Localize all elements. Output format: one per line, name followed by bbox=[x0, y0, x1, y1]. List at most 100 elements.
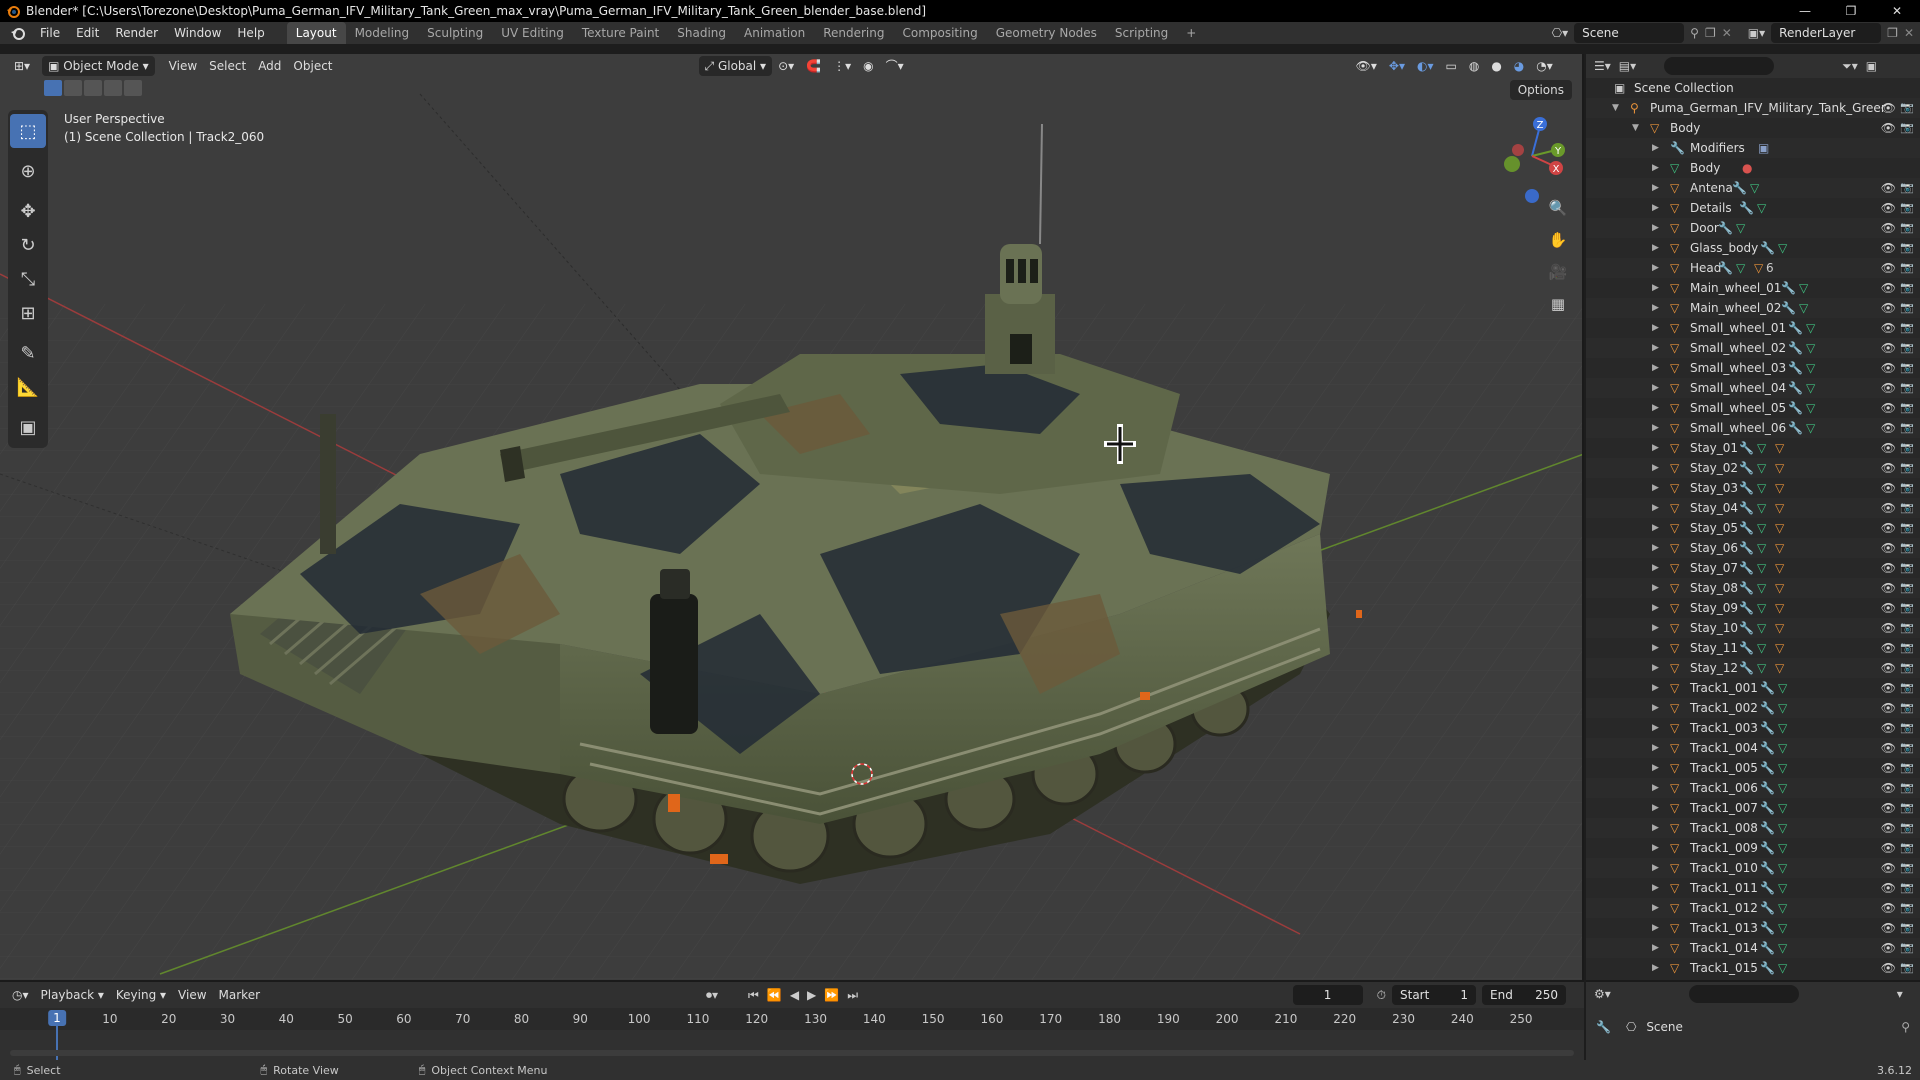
child-object-icon[interactable]: ▽ bbox=[1775, 618, 1784, 638]
minimize-button[interactable]: — bbox=[1782, 0, 1828, 22]
new-collection-icon[interactable]: ▣ bbox=[1866, 59, 1877, 73]
expand-arrow-icon[interactable]: ▶ bbox=[1652, 238, 1659, 258]
outliner-item-stay-09[interactable]: ▶ ▽ Stay_09 🔧 ▽ ▽ 👁 📷 bbox=[1586, 598, 1920, 618]
outliner-editor-type-icon[interactable]: ☰▾ bbox=[1594, 59, 1611, 73]
outliner-item-details[interactable]: ▶ ▽ Details 🔧 ▽ 👁 📷 bbox=[1586, 198, 1920, 218]
modifier-wrench-icon[interactable]: 🔧 bbox=[1788, 418, 1803, 438]
properties-editor-type-icon[interactable]: ⚙▾ bbox=[1594, 987, 1611, 1001]
modifier-wrench-icon[interactable]: 🔧 bbox=[1760, 858, 1775, 878]
child-object-icon[interactable]: ▽ bbox=[1775, 558, 1784, 578]
menu-render[interactable]: Render bbox=[107, 22, 166, 44]
render-camera-icon[interactable]: 📷 bbox=[1900, 658, 1914, 678]
render-camera-icon[interactable]: 📷 bbox=[1900, 398, 1914, 418]
visibility-eye-icon[interactable]: 👁 bbox=[1881, 678, 1896, 698]
new-view-layer-icon[interactable]: ❐ bbox=[1887, 26, 1898, 40]
render-camera-icon[interactable]: 📷 bbox=[1900, 578, 1914, 598]
visibility-eye-icon[interactable]: 👁 bbox=[1881, 218, 1896, 238]
mesh-data-icon[interactable]: ▽ bbox=[1757, 478, 1766, 498]
expand-arrow-icon[interactable]: ▶ bbox=[1652, 338, 1659, 358]
next-keyframe-icon[interactable]: ⏩ bbox=[824, 988, 839, 1002]
render-camera-icon[interactable]: 📷 bbox=[1900, 938, 1914, 958]
tab-geometry-nodes[interactable]: Geometry Nodes bbox=[987, 22, 1106, 44]
expand-arrow-icon[interactable]: ▶ bbox=[1652, 498, 1659, 518]
mesh-data-icon[interactable]: ▽ bbox=[1757, 518, 1766, 538]
expand-arrow-icon[interactable]: ▶ bbox=[1652, 858, 1659, 878]
outliner-item-stay-05[interactable]: ▶ ▽ Stay_05 🔧 ▽ ▽ 👁 📷 bbox=[1586, 518, 1920, 538]
visibility-eye-icon[interactable]: 👁 bbox=[1881, 378, 1896, 398]
render-camera-icon[interactable]: 📷 bbox=[1900, 718, 1914, 738]
navigation-gizmo[interactable]: Z Y X bbox=[1492, 106, 1572, 206]
expand-arrow-icon[interactable]: ▶ bbox=[1652, 658, 1659, 678]
mesh-data-icon[interactable]: ▽ bbox=[1736, 258, 1745, 278]
menu-keying[interactable]: Keying ▾ bbox=[110, 988, 172, 1002]
rotate-tool-icon[interactable]: ↻ bbox=[10, 228, 46, 262]
outliner-item-stay-08[interactable]: ▶ ▽ Stay_08 🔧 ▽ ▽ 👁 📷 bbox=[1586, 578, 1920, 598]
outliner-item-stay-12[interactable]: ▶ ▽ Stay_12 🔧 ▽ ▽ 👁 📷 bbox=[1586, 658, 1920, 678]
modifier-wrench-icon[interactable]: 🔧 bbox=[1760, 798, 1775, 818]
outliner-item-stay-02[interactable]: ▶ ▽ Stay_02 🔧 ▽ ▽ 👁 📷 bbox=[1586, 458, 1920, 478]
visibility-eye-icon[interactable]: 👁 bbox=[1881, 298, 1896, 318]
modifier-wrench-icon[interactable]: 🔧 bbox=[1739, 578, 1754, 598]
menu-window[interactable]: Window bbox=[166, 22, 229, 44]
mesh-data-icon[interactable]: ▽ bbox=[1757, 658, 1766, 678]
close-button[interactable]: ✕ bbox=[1874, 0, 1920, 22]
outliner-item-glass-body[interactable]: ▶ ▽ Glass_body 🔧 ▽ 👁 📷 bbox=[1586, 238, 1920, 258]
filter-icon[interactable]: ⏷▾ bbox=[1842, 59, 1858, 74]
transform-tool-icon[interactable]: ⊞ bbox=[10, 296, 46, 330]
modifier-wrench-icon[interactable]: 🔧 bbox=[1760, 758, 1775, 778]
material-shading-icon[interactable]: ◕ bbox=[1508, 56, 1530, 76]
render-camera-icon[interactable]: 📷 bbox=[1900, 838, 1914, 858]
render-camera-icon[interactable]: 📷 bbox=[1900, 598, 1914, 618]
expand-arrow-icon[interactable]: ▶ bbox=[1652, 778, 1659, 798]
menu-select[interactable]: Select bbox=[203, 56, 252, 76]
scene-icon[interactable]: ⎔▾ bbox=[1552, 26, 1569, 40]
view-layer-icon[interactable]: ▣▾ bbox=[1748, 26, 1765, 40]
visibility-eye-icon[interactable]: 👁 bbox=[1881, 258, 1896, 278]
menu-view[interactable]: View bbox=[163, 56, 203, 76]
modifier-wrench-icon[interactable]: 🔧 bbox=[1760, 938, 1775, 958]
select-extend-icon[interactable] bbox=[64, 80, 82, 96]
render-camera-icon[interactable]: 📷 bbox=[1900, 378, 1914, 398]
visibility-eye-icon[interactable]: 👁 bbox=[1881, 498, 1896, 518]
modifier-wrench-icon[interactable]: 🔧 bbox=[1788, 398, 1803, 418]
play-reverse-icon[interactable]: ◀ bbox=[790, 988, 799, 1002]
mesh-data-icon[interactable]: ▽ bbox=[1757, 638, 1766, 658]
modifier-wrench-icon[interactable]: 🔧 bbox=[1760, 838, 1775, 858]
mesh-data-icon[interactable]: ▽ bbox=[1799, 278, 1808, 298]
render-camera-icon[interactable]: 📷 bbox=[1900, 898, 1914, 918]
render-camera-icon[interactable]: 📷 bbox=[1900, 218, 1914, 238]
frame-ruler[interactable]: 1 10 20 30 40 50 60 70 80 90 100 110 120 130 140 150 16… bbox=[0, 1008, 1584, 1062]
visibility-eye-icon[interactable]: 👁 bbox=[1881, 958, 1896, 978]
visibility-eye-icon[interactable]: 👁 bbox=[1881, 578, 1896, 598]
mesh-data-icon[interactable]: ▽ bbox=[1757, 458, 1766, 478]
expand-arrow-icon[interactable]: ▶ bbox=[1652, 358, 1659, 378]
outliner-item-track1-004[interactable]: ▶ ▽ Track1_004 🔧 ▽ 👁 📷 bbox=[1586, 738, 1920, 758]
menu-file[interactable]: File bbox=[32, 22, 68, 44]
child-object-icon[interactable]: ▽ bbox=[1775, 658, 1784, 678]
modifier-wrench-icon[interactable]: 🔧 bbox=[1739, 438, 1754, 458]
mesh-data-icon[interactable]: ▽ bbox=[1778, 858, 1787, 878]
outliner-item-track1-001[interactable]: ▶ ▽ Track1_001 🔧 ▽ 👁 📷 bbox=[1586, 678, 1920, 698]
outliner-item-track1-010[interactable]: ▶ ▽ Track1_010 🔧 ▽ 👁 📷 bbox=[1586, 858, 1920, 878]
tab-modeling[interactable]: Modeling bbox=[346, 22, 419, 44]
mesh-data-icon[interactable]: ▽ bbox=[1778, 958, 1787, 978]
mesh-data-icon[interactable]: ▽ bbox=[1757, 578, 1766, 598]
mesh-data-icon[interactable]: ▽ bbox=[1778, 678, 1787, 698]
modifier-wrench-icon[interactable]: 🔧 bbox=[1788, 318, 1803, 338]
outliner-item-stay-07[interactable]: ▶ ▽ Stay_07 🔧 ▽ ▽ 👁 📷 bbox=[1586, 558, 1920, 578]
expand-arrow-icon[interactable]: ▶ bbox=[1652, 718, 1659, 738]
menu-timeline-view[interactable]: View bbox=[172, 988, 212, 1002]
visibility-eye-icon[interactable]: 👁 bbox=[1881, 198, 1896, 218]
render-camera-icon[interactable]: 📷 bbox=[1900, 558, 1914, 578]
outliner-item-track1-007[interactable]: ▶ ▽ Track1_007 🔧 ▽ 👁 📷 bbox=[1586, 798, 1920, 818]
render-camera-icon[interactable]: 📷 bbox=[1900, 738, 1914, 758]
mesh-data-icon[interactable]: ▽ bbox=[1750, 178, 1759, 198]
mesh-data-icon[interactable]: ▽ bbox=[1778, 778, 1787, 798]
modifier-wrench-icon[interactable]: 🔧 bbox=[1739, 618, 1754, 638]
mesh-data-icon[interactable]: ▽ bbox=[1757, 598, 1766, 618]
properties-panel[interactable]: ⚙▾ ▾ 🔧 ⎔ Scene ⚲ bbox=[1586, 980, 1920, 1060]
outliner-item-small-wheel-01[interactable]: ▶ ▽ Small_wheel_01 🔧 ▽ 👁 📷 bbox=[1586, 318, 1920, 338]
modifier-wrench-icon[interactable]: 🔧 bbox=[1739, 598, 1754, 618]
gizmo-toggle-icon[interactable]: ✥▾ bbox=[1383, 56, 1411, 76]
mesh-data-icon[interactable]: ▽ bbox=[1736, 218, 1745, 238]
